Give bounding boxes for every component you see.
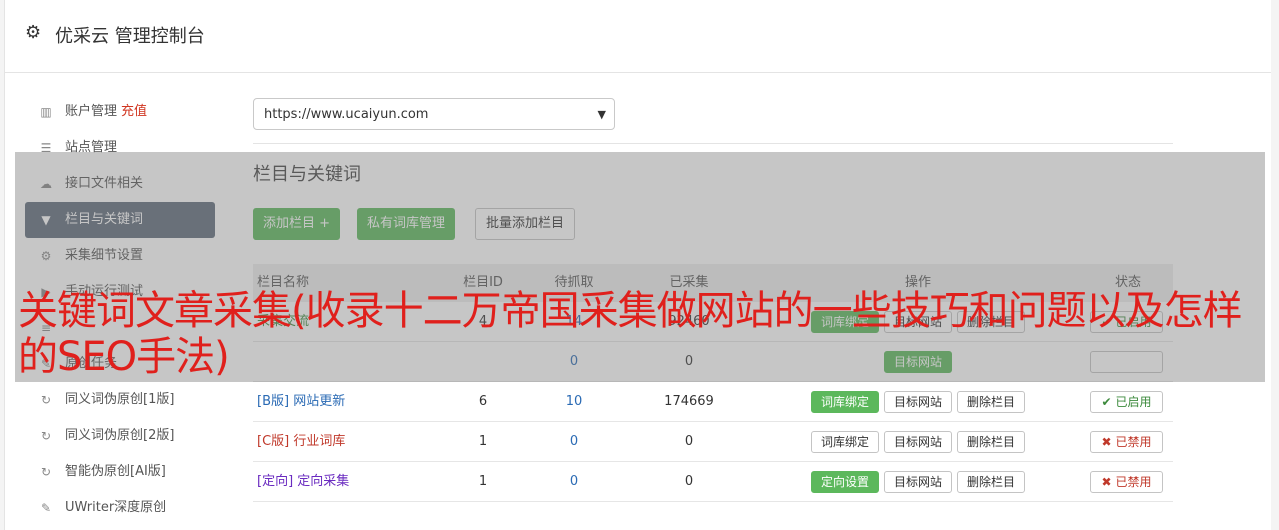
sidebar-item-label: UWriter深度原创 (65, 500, 167, 515)
bind-lexicon-button[interactable]: 词库绑定 (811, 391, 880, 413)
gear-icon: ⚙ (25, 22, 42, 43)
site-select-value: https://www.ucaiyun.com (264, 107, 429, 122)
column-id: 1 (478, 434, 488, 449)
close-icon: ✖ (1101, 475, 1112, 489)
sidebar-item-uwriter[interactable]: ✎ UWriter深度原创 (25, 490, 215, 526)
page-title: 优采云 管理控制台 (55, 26, 205, 47)
sidebar-item-label: 同义词伪原创[1版] (65, 392, 175, 407)
column-name-link[interactable]: [定向] 定向采集 (257, 462, 349, 501)
overlay-headline: 关键词文章采集(收录十二万帝国采集做网站的一些技巧和问题以及怎样的SEO手法) (18, 288, 1243, 380)
column-name: 网站更新 (293, 394, 346, 409)
column-id: 1 (478, 474, 488, 489)
table-row: [B版] 网站更新 6 10 174669 词库绑定 目标网站 删除栏目 ✔ 已… (253, 382, 1173, 422)
version-tag: [定向] (257, 474, 294, 489)
site-select[interactable]: https://www.ucaiyun.com ▼ (253, 98, 615, 130)
target-site-button[interactable]: 目标网站 (884, 431, 953, 453)
sidebar-item-label: 智能伪原创[AI版] (65, 464, 166, 479)
bar-chart-icon: ▥ (40, 105, 52, 119)
pending-count[interactable]: 0 (541, 422, 607, 461)
check-icon: ✔ (1101, 395, 1112, 409)
refresh-icon: ↻ (40, 429, 52, 443)
table-row: [定向] 定向采集 1 0 0 定向设置 目标网站 删除栏目 ✖ 已禁用 (253, 462, 1173, 502)
status-toggle[interactable]: ✔ 已启用 (1090, 391, 1163, 413)
delete-column-button[interactable]: 删除栏目 (957, 471, 1026, 493)
version-tag: [C版] (257, 434, 290, 449)
pending-count[interactable]: 10 (541, 382, 607, 421)
directed-settings-button[interactable]: 定向设置 (811, 471, 880, 493)
refresh-icon: ↻ (40, 393, 52, 407)
status-label: 已启用 (1115, 395, 1152, 409)
table-row: [C版] 行业词库 1 0 0 词库绑定 目标网站 删除栏目 ✖ 已禁用 (253, 422, 1173, 462)
divider (253, 143, 1173, 144)
refresh-icon: ↻ (40, 465, 52, 479)
collected-count: 0 (684, 474, 694, 489)
column-name-link[interactable]: [B版] 网站更新 (257, 382, 345, 421)
sidebar-item-synonym-v2[interactable]: ↻ 同义词伪原创[2版] (25, 418, 215, 454)
target-site-button[interactable]: 目标网站 (884, 391, 953, 413)
column-name: 行业词库 (293, 434, 346, 449)
status-label: 已禁用 (1115, 475, 1152, 489)
column-name: 定向采集 (297, 474, 350, 489)
version-tag: [B版] (257, 394, 290, 409)
delete-column-button[interactable]: 删除栏目 (957, 391, 1026, 413)
close-icon: ✖ (1101, 435, 1112, 449)
sidebar-item-label: 同义词伪原创[2版] (65, 428, 175, 443)
sidebar-item-account[interactable]: ▥ 账户管理 充值 (25, 94, 215, 130)
column-name-link[interactable]: [C版] 行业词库 (257, 422, 345, 461)
status-toggle[interactable]: ✖ 已禁用 (1090, 471, 1163, 493)
page-header: ⚙ 优采云 管理控制台 (5, 0, 1272, 73)
chevron-down-icon: ▼ (597, 108, 606, 121)
status-toggle[interactable]: ✖ 已禁用 (1090, 431, 1163, 453)
sidebar-item-synonym-v1[interactable]: ↻ 同义词伪原创[1版] (25, 382, 215, 418)
scrollbar[interactable] (1271, 0, 1279, 530)
collected-count: 0 (684, 434, 694, 449)
pencil-icon: ✎ (40, 501, 52, 515)
column-id: 6 (478, 394, 488, 409)
collected-count: 174669 (664, 394, 714, 409)
pending-count[interactable]: 0 (541, 462, 607, 501)
recharge-link[interactable]: 充值 (121, 104, 147, 119)
status-label: 已禁用 (1115, 435, 1152, 449)
target-site-button[interactable]: 目标网站 (884, 471, 953, 493)
sidebar-item-ai-rewrite[interactable]: ↻ 智能伪原创[AI版] (25, 454, 215, 490)
delete-column-button[interactable]: 删除栏目 (957, 431, 1026, 453)
sidebar-item-label: 账户管理 (65, 104, 118, 119)
bind-lexicon-button[interactable]: 词库绑定 (811, 431, 880, 453)
